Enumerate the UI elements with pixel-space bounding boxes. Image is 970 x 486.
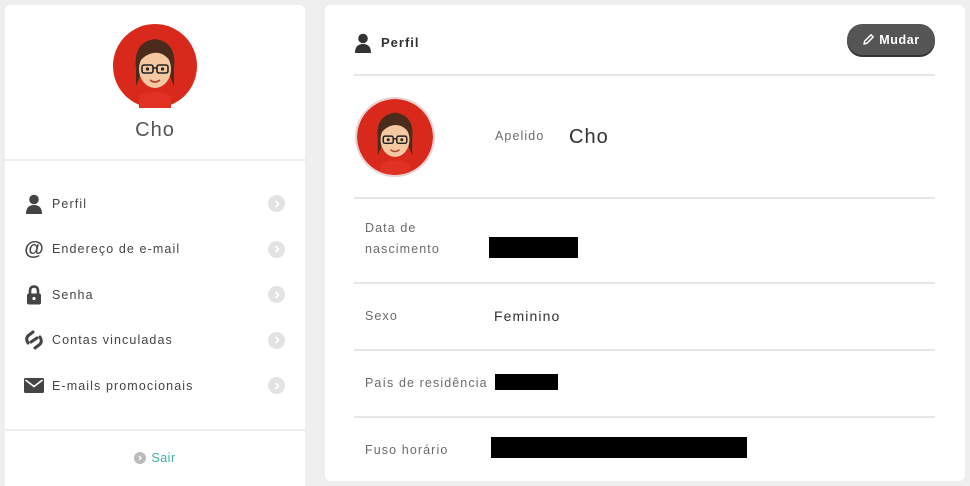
- timezone-label: Fuso horário: [365, 443, 449, 457]
- chevron-right-icon: [268, 286, 285, 304]
- sidebar-nav: Perfil @ Endereço de e-mail Senha Contas…: [5, 181, 305, 409]
- sidebar-item-email[interactable]: @ Endereço de e-mail: [5, 227, 305, 273]
- divider: [354, 74, 935, 76]
- gender-label: Sexo: [365, 309, 398, 323]
- at-icon: @: [24, 237, 44, 260]
- sidebar-item-label: Endereço de e-mail: [52, 242, 181, 257]
- edit-profile-button[interactable]: Mudar: [847, 24, 935, 55]
- divider: [354, 197, 935, 199]
- person-icon: [23, 193, 45, 215]
- country-redacted-value: [495, 374, 558, 390]
- divider: [5, 429, 305, 431]
- sidebar-item-promo-emails[interactable]: E-mails promocionais: [5, 363, 305, 409]
- chevron-right-icon: [268, 195, 285, 213]
- lock-icon: [23, 284, 45, 306]
- edit-button-label: Mudar: [879, 32, 920, 47]
- birthdate-redacted-value: [489, 237, 578, 258]
- chevron-right-icon: [268, 377, 285, 395]
- chevron-right-icon: [268, 240, 285, 258]
- link-icon: [23, 329, 45, 351]
- logout-link[interactable]: Sair: [5, 451, 305, 465]
- sidebar-item-label: Senha: [52, 287, 94, 302]
- divider: [354, 349, 935, 351]
- chevron-right-icon: [134, 452, 147, 464]
- page-title: Perfil: [381, 35, 420, 50]
- account-sidebar: Cho Perfil @ Endereço de e-mail Senha Co…: [5, 5, 305, 486]
- nickname-value: Cho: [569, 126, 609, 148]
- country-label: País de residência: [365, 376, 488, 390]
- sidebar-item-profile[interactable]: Perfil: [5, 181, 305, 227]
- sidebar-item-password[interactable]: Senha: [5, 272, 305, 318]
- person-icon: [355, 33, 371, 53]
- divider: [354, 282, 935, 284]
- sidebar-item-label: Perfil: [52, 196, 88, 211]
- profile-panel: Perfil Mudar Apelido Cho Data de nascime…: [325, 5, 965, 481]
- sidebar-item-label: Contas vinculadas: [52, 333, 173, 348]
- sidebar-item-label: E-mails promocionais: [52, 378, 194, 393]
- chevron-right-icon: [268, 331, 285, 349]
- gender-value: Feminino: [494, 308, 561, 324]
- user-name: Cho: [135, 119, 175, 141]
- sidebar-item-linked-accounts[interactable]: Contas vinculadas: [5, 318, 305, 364]
- logout-label: Sair: [151, 451, 176, 465]
- nickname-label: Apelido: [495, 129, 545, 143]
- timezone-redacted-value: [491, 437, 747, 458]
- envelope-icon: [23, 375, 45, 397]
- user-avatar: [113, 24, 197, 108]
- birthdate-label: Data de nascimento: [365, 221, 440, 256]
- divider: [354, 416, 935, 418]
- divider: [5, 159, 305, 161]
- pencil-icon: [863, 34, 875, 45]
- profile-avatar: [355, 97, 435, 177]
